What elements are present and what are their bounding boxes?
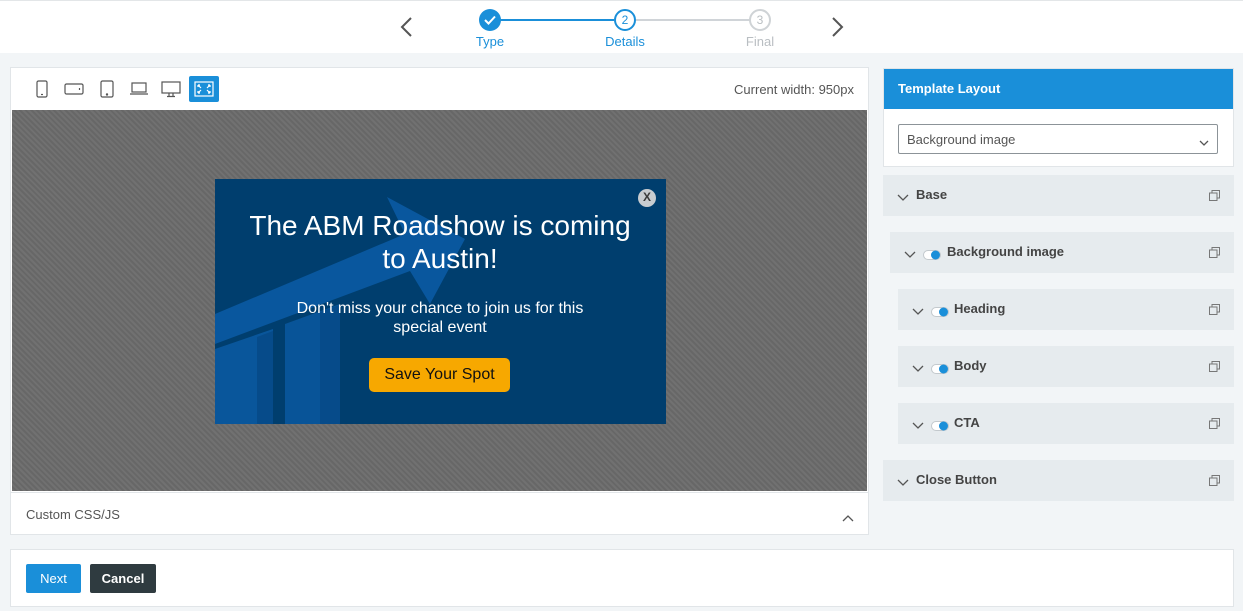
step-number: 3 — [749, 9, 771, 31]
layer-name: Base — [916, 187, 948, 202]
desktop-icon[interactable] — [156, 76, 186, 102]
step-label: Type — [475, 34, 505, 49]
chevron-down-icon — [912, 360, 924, 378]
laptop-icon[interactable] — [124, 76, 154, 102]
duplicate-icon[interactable] — [1209, 359, 1220, 377]
layer-name: CTA — [954, 415, 980, 430]
chevron-down-icon — [912, 417, 924, 435]
chevron-down-icon — [897, 189, 909, 207]
step-label: Final — [745, 34, 775, 49]
popup-body: Don't miss your chance to join us for th… — [296, 300, 584, 336]
preview-panel: Current width: 950px X The ABM Roadshow … — [10, 67, 869, 535]
template-layout-selected-value: Background image — [907, 132, 1016, 147]
layer-name: Close Button — [916, 472, 997, 487]
wizard-header: Type 2 Details 3 Final — [0, 0, 1243, 53]
current-width-readout: Current width: 950px — [734, 82, 854, 97]
popup-heading: The ABM Roadshow is coming to Austin! — [249, 210, 631, 274]
template-layout-select[interactable]: Background image — [898, 124, 1218, 154]
duplicate-icon[interactable] — [1209, 302, 1220, 320]
popup-cta-button[interactable]: Save Your Spot — [369, 358, 510, 392]
layer-row-background-image[interactable]: Background image — [890, 232, 1234, 273]
next-step-icon[interactable] — [827, 15, 847, 39]
fullscreen-icon[interactable] — [189, 76, 219, 102]
chevron-down-icon — [1199, 135, 1209, 150]
chevron-down-icon — [904, 246, 916, 264]
popup-preview[interactable]: X The ABM Roadshow is coming to Austin! … — [215, 179, 666, 424]
layer-name: Background image — [947, 244, 1065, 259]
chevron-up-icon — [842, 509, 854, 527]
device-toolbar: Current width: 950px — [11, 68, 868, 110]
template-layout-panel: Template Layout Background image — [883, 68, 1234, 167]
duplicate-icon[interactable] — [1209, 416, 1220, 434]
previous-step-icon[interactable] — [397, 15, 417, 39]
template-layout-title: Template Layout — [884, 69, 1233, 109]
layer-row-base[interactable]: Base — [883, 175, 1234, 216]
visibility-toggle[interactable] — [931, 361, 949, 374]
layer-row-cta[interactable]: CTA — [898, 403, 1234, 444]
footer-actions: Next Cancel — [10, 549, 1234, 607]
tablet-icon[interactable] — [92, 76, 122, 102]
layer-row-heading[interactable]: Heading — [898, 289, 1234, 330]
visibility-toggle[interactable] — [923, 247, 941, 260]
check-icon — [479, 9, 501, 31]
step-label: Details — [605, 34, 645, 49]
cancel-button[interactable]: Cancel — [90, 564, 156, 593]
duplicate-icon[interactable] — [1209, 188, 1220, 206]
step-final[interactable]: 3 Final — [720, 9, 800, 49]
step-number: 2 — [614, 9, 636, 31]
chevron-down-icon — [897, 474, 909, 492]
step-type[interactable]: Type — [450, 9, 530, 49]
layer-name: Heading — [954, 301, 1006, 316]
custom-css-js-toggle[interactable]: Custom CSS/JS — [11, 492, 868, 534]
next-button[interactable]: Next — [26, 564, 81, 593]
visibility-toggle[interactable] — [931, 418, 949, 431]
duplicate-icon[interactable] — [1209, 245, 1220, 263]
layer-name: Body — [954, 358, 987, 373]
layer-row-close-button[interactable]: Close Button — [883, 460, 1234, 501]
popup-close-button[interactable]: X — [638, 189, 656, 207]
step-details[interactable]: 2 Details — [585, 9, 665, 49]
layer-row-body[interactable]: Body — [898, 346, 1234, 387]
preview-canvas: X The ABM Roadshow is coming to Austin! … — [12, 110, 867, 491]
mobile-portrait-icon[interactable] — [27, 76, 57, 102]
custom-css-js-label: Custom CSS/JS — [26, 507, 120, 522]
duplicate-icon[interactable] — [1209, 473, 1220, 491]
chevron-down-icon — [912, 303, 924, 321]
visibility-toggle[interactable] — [931, 304, 949, 317]
mobile-landscape-icon[interactable] — [59, 76, 89, 102]
